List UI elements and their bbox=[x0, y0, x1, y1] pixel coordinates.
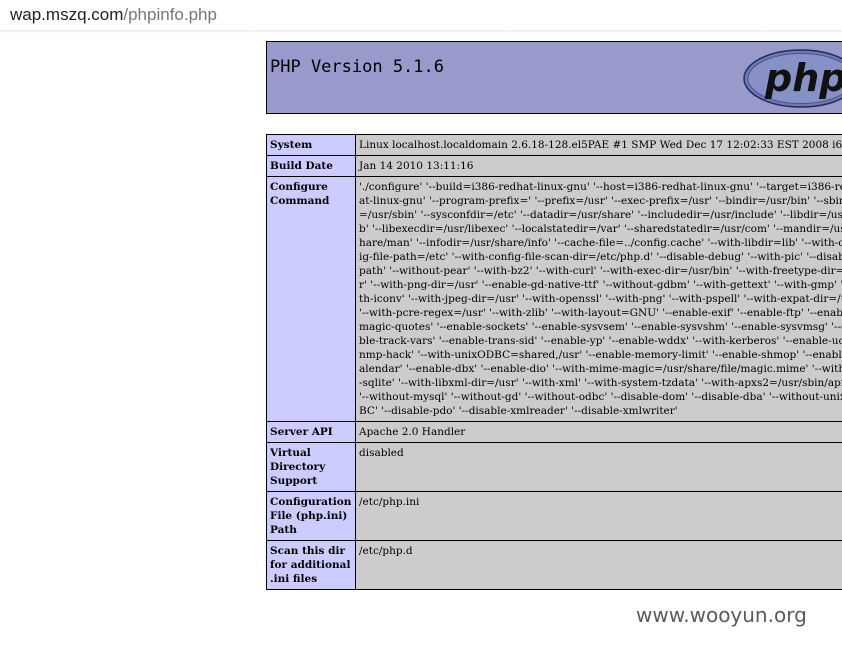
address-path: /phpinfo.php bbox=[123, 5, 217, 24]
table-row: Build Date Jan 14 2010 13:11:16 bbox=[266, 155, 842, 177]
php-logo[interactable]: php bbox=[743, 49, 842, 108]
table-row: Configure Command './configure' '--build… bbox=[266, 176, 842, 422]
row-label: Scan this dir for additional .ini files bbox=[266, 540, 356, 590]
table-row: System Linux localhost.localdomain 2.6.1… bbox=[266, 134, 842, 156]
address-bar-shadow bbox=[0, 30, 842, 33]
row-value: './configure' '--build=i386-redhat-linux… bbox=[355, 176, 842, 422]
phpinfo-header: PHP Version 5.1.6 php bbox=[266, 41, 842, 114]
row-label: System bbox=[266, 134, 356, 156]
table-row: Virtual Directory Support disabled bbox=[266, 442, 842, 492]
address-bar[interactable]: wap.mszq.com/phpinfo.php bbox=[0, 0, 842, 33]
row-value: disabled bbox=[355, 442, 842, 492]
php-version-title: PHP Version 5.1.6 bbox=[270, 57, 444, 77]
row-value: /etc/php.d bbox=[355, 540, 842, 590]
watermark: www.wooyun.org bbox=[636, 603, 807, 627]
row-label: Configure Command bbox=[266, 176, 356, 422]
table-row: Server API Apache 2.0 Handler bbox=[266, 421, 842, 443]
row-value: Linux localhost.localdomain 2.6.18-128.e… bbox=[355, 134, 842, 156]
address-domain: wap.mszq.com bbox=[10, 5, 124, 24]
row-label: Configuration File (php.ini) Path bbox=[266, 491, 356, 541]
row-value: /etc/php.ini bbox=[355, 491, 842, 541]
phpinfo-table: System Linux localhost.localdomain 2.6.1… bbox=[266, 134, 842, 590]
table-row: Configuration File (php.ini) Path /etc/p… bbox=[266, 491, 842, 541]
table-row: Scan this dir for additional .ini files … bbox=[266, 540, 842, 590]
row-label: Server API bbox=[266, 421, 356, 443]
address-url[interactable]: wap.mszq.com/phpinfo.php bbox=[10, 5, 217, 25]
phpinfo-page: PHP Version 5.1.6 php System Linux local… bbox=[266, 41, 842, 590]
row-label: Build Date bbox=[266, 155, 356, 177]
row-value: Jan 14 2010 13:11:16 bbox=[355, 155, 842, 177]
row-value: Apache 2.0 Handler bbox=[355, 421, 842, 443]
php-logo-text: php bbox=[764, 56, 842, 100]
row-label: Virtual Directory Support bbox=[266, 442, 356, 492]
